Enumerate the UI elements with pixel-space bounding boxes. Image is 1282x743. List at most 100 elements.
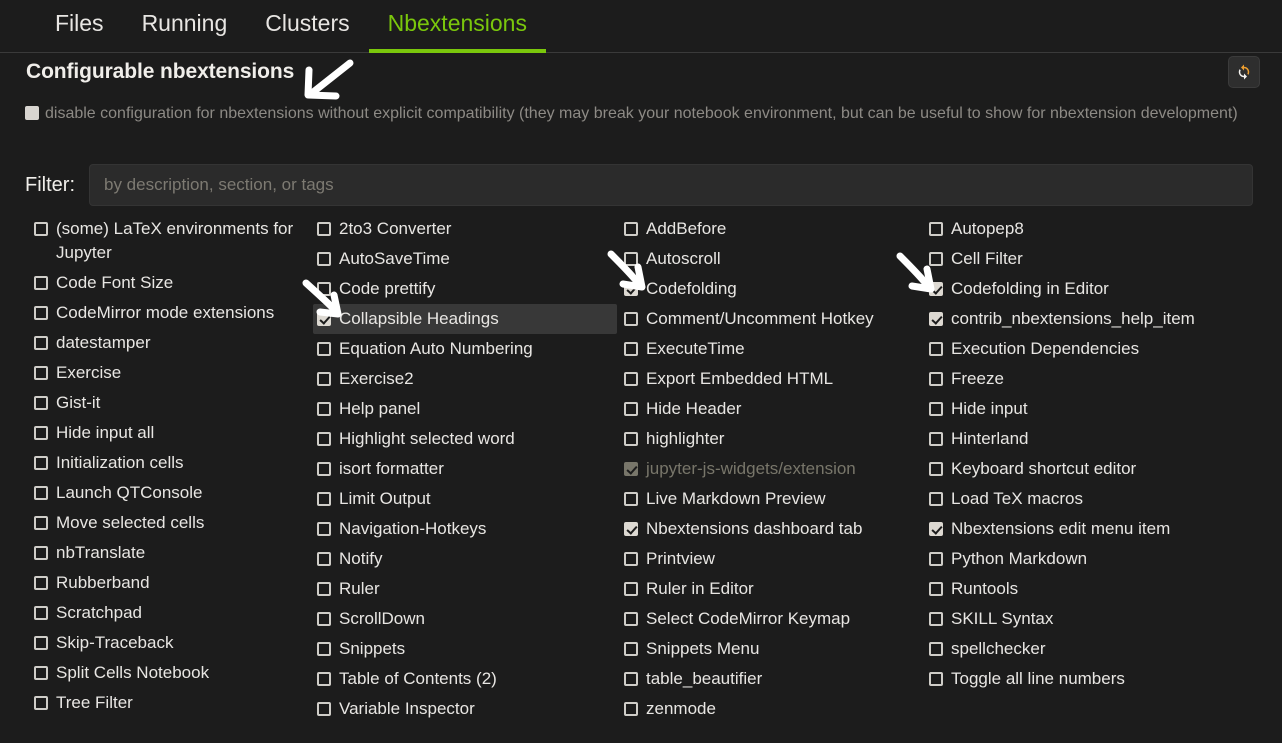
extension-checkbox[interactable] [317,642,331,656]
extension-checkbox[interactable] [929,642,943,656]
disable-config-checkbox[interactable] [25,106,39,120]
extension-item[interactable]: table_beautifier [620,664,922,694]
extension-checkbox[interactable] [624,642,638,656]
extension-item[interactable]: Nbextensions dashboard tab [620,514,922,544]
extension-item[interactable]: Code prettify [313,274,617,304]
extension-checkbox[interactable] [34,486,48,500]
extension-item[interactable]: Rubberband [30,568,310,598]
extension-item[interactable]: Code Font Size [30,268,310,298]
filter-input[interactable] [89,164,1253,206]
extension-checkbox[interactable] [317,432,331,446]
extension-checkbox[interactable] [929,462,943,476]
refresh-button[interactable] [1228,56,1260,88]
extension-checkbox[interactable] [317,222,331,236]
extension-item[interactable]: Exercise [30,358,310,388]
extension-checkbox[interactable] [624,522,638,536]
extension-checkbox[interactable] [34,366,48,380]
extension-item[interactable]: Hide Header [620,394,922,424]
extension-item[interactable]: Codefolding [620,274,922,304]
extension-item[interactable]: Collapsible Headings [313,304,617,334]
extension-item[interactable]: Tree Filter [30,688,310,718]
extension-checkbox[interactable] [317,552,331,566]
extension-checkbox[interactable] [34,546,48,560]
tab-files[interactable]: Files [36,12,123,53]
extension-checkbox[interactable] [34,306,48,320]
extension-item[interactable]: Printview [620,544,922,574]
extension-checkbox[interactable] [929,312,943,326]
extension-checkbox[interactable] [624,342,638,356]
extension-checkbox[interactable] [317,522,331,536]
extension-item[interactable]: Launch QTConsole [30,478,310,508]
extension-item[interactable]: (some) LaTeX environments for Jupyter [30,214,310,268]
extension-item[interactable]: Select CodeMirror Keymap [620,604,922,634]
extension-item[interactable]: Split Cells Notebook [30,658,310,688]
extension-item[interactable]: Help panel [313,394,617,424]
extension-checkbox[interactable] [34,222,48,236]
extension-checkbox[interactable] [317,462,331,476]
extension-checkbox[interactable] [624,222,638,236]
extension-checkbox[interactable] [929,552,943,566]
extension-item[interactable]: Ruler [313,574,617,604]
extension-checkbox[interactable] [929,672,943,686]
extension-item[interactable]: Ruler in Editor [620,574,922,604]
extension-checkbox[interactable] [34,426,48,440]
extension-item[interactable]: Notify [313,544,617,574]
extension-checkbox[interactable] [317,402,331,416]
extension-item[interactable]: ScrollDown [313,604,617,634]
disable-config-row[interactable]: disable configuration for nbextensions w… [25,101,1265,126]
extension-checkbox[interactable] [929,222,943,236]
extension-checkbox[interactable] [929,432,943,446]
extension-checkbox[interactable] [317,342,331,356]
extension-item[interactable]: SKILL Syntax [925,604,1262,634]
extension-item[interactable]: Autopep8 [925,214,1262,244]
extension-item[interactable]: Live Markdown Preview [620,484,922,514]
extension-checkbox[interactable] [624,672,638,686]
extension-checkbox[interactable] [34,336,48,350]
extension-checkbox[interactable] [929,522,943,536]
extension-item[interactable]: Move selected cells [30,508,310,538]
extension-checkbox[interactable] [34,516,48,530]
extension-checkbox[interactable] [34,606,48,620]
extension-checkbox[interactable] [624,282,638,296]
extension-item[interactable]: AutoSaveTime [313,244,617,274]
extension-checkbox[interactable] [34,276,48,290]
extension-checkbox[interactable] [34,636,48,650]
extension-item[interactable]: 2to3 Converter [313,214,617,244]
extension-checkbox[interactable] [624,462,638,476]
extension-item[interactable]: Snippets [313,634,617,664]
extension-item[interactable]: Keyboard shortcut editor [925,454,1262,484]
extension-checkbox[interactable] [624,582,638,596]
extension-item[interactable]: highlighter [620,424,922,454]
extension-item[interactable]: Comment/Uncomment Hotkey [620,304,922,334]
extension-checkbox[interactable] [929,582,943,596]
extension-checkbox[interactable] [34,576,48,590]
extension-item[interactable]: Exercise2 [313,364,617,394]
extension-checkbox[interactable] [929,252,943,266]
extension-item[interactable]: Hide input [925,394,1262,424]
extension-checkbox[interactable] [317,252,331,266]
extension-checkbox[interactable] [624,402,638,416]
extension-item[interactable]: Execution Dependencies [925,334,1262,364]
extension-checkbox[interactable] [624,432,638,446]
extension-item[interactable]: Toggle all line numbers [925,664,1262,694]
extension-item[interactable]: jupyter-js-widgets/extension [620,454,922,484]
extension-item[interactable]: Nbextensions edit menu item [925,514,1262,544]
extension-checkbox[interactable] [34,666,48,680]
extension-checkbox[interactable] [317,672,331,686]
extension-item[interactable]: ExecuteTime [620,334,922,364]
extension-item[interactable]: Scratchpad [30,598,310,628]
extension-item[interactable]: Runtools [925,574,1262,604]
tab-clusters[interactable]: Clusters [246,12,368,53]
extension-item[interactable]: Gist-it [30,388,310,418]
extension-item[interactable]: Python Markdown [925,544,1262,574]
extension-checkbox[interactable] [929,492,943,506]
extension-checkbox[interactable] [624,372,638,386]
extension-item[interactable]: Variable Inspector [313,694,617,724]
extension-checkbox[interactable] [317,372,331,386]
extension-checkbox[interactable] [317,282,331,296]
extension-item[interactable]: Table of Contents (2) [313,664,617,694]
extension-item[interactable]: Load TeX macros [925,484,1262,514]
extension-checkbox[interactable] [624,312,638,326]
extension-item[interactable]: isort formatter [313,454,617,484]
extension-item[interactable]: AddBefore [620,214,922,244]
